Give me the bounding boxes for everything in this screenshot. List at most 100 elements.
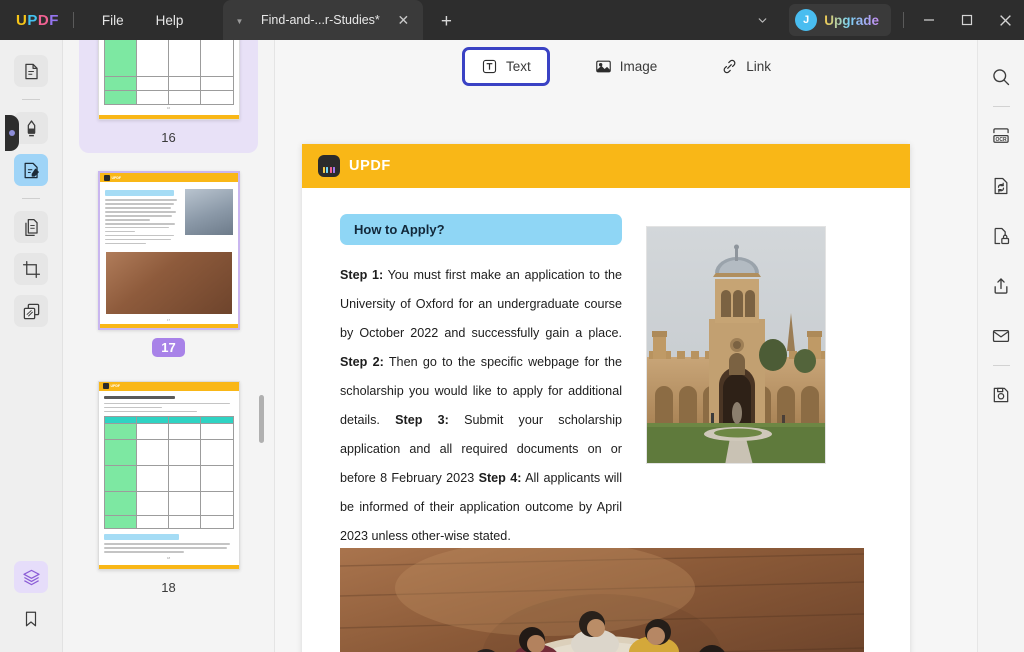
step-3-label: Step 3: — [395, 413, 449, 427]
thumbnail-item-17[interactable]: UPDF 17 17 — [79, 161, 258, 363]
step-2-label: Step 2: — [340, 355, 384, 369]
tab-link-tool[interactable]: Link — [702, 47, 790, 86]
document-body: How to Apply? Step 1: You must first mak… — [302, 188, 910, 551]
search-icon — [991, 67, 1011, 87]
save-disk-icon — [991, 385, 1011, 405]
avatar: J — [795, 9, 818, 31]
image-icon — [595, 58, 612, 75]
ocr-icon: OCR — [991, 126, 1011, 146]
page-heading: How to Apply? — [340, 214, 622, 245]
convert-tool-button[interactable] — [985, 170, 1017, 202]
thumb-footer-bar-18 — [98, 565, 239, 570]
thumb-pagenum-18: 18 — [166, 556, 171, 561]
save-tool-button[interactable] — [985, 379, 1017, 411]
thumbnail-scroll-container[interactable]: 16 16 UPDF 17 17 UPDF 18 18 — [63, 40, 274, 652]
students-studying-photo[interactable] — [340, 548, 864, 652]
search-tool-button[interactable] — [985, 61, 1017, 93]
tab-text-tool[interactable]: Text — [461, 46, 550, 86]
thumbnail-item-16[interactable]: 16 16 — [79, 40, 258, 153]
document-viewport[interactable]: UPDF How to Apply? Step 1: You must firs… — [275, 92, 977, 652]
menu-help[interactable]: Help — [142, 7, 198, 34]
share-tool-button[interactable] — [985, 270, 1017, 302]
sidebar-item-crop[interactable] — [14, 253, 48, 285]
step-1-label: Step 1: — [340, 268, 384, 282]
thumb-table-18 — [103, 416, 234, 530]
edit-document-icon — [22, 161, 41, 180]
pdf-page-17[interactable]: UPDF How to Apply? Step 1: You must firs… — [302, 144, 910, 652]
layers-panel-toggle[interactable] — [14, 561, 48, 593]
sidebar-item-batch[interactable] — [14, 295, 48, 327]
brand-letter-u: U — [16, 11, 28, 29]
thumbnail-page-16[interactable]: 16 — [97, 40, 240, 120]
thumbnail-item-18[interactable]: UPDF 18 18 — [79, 371, 258, 604]
thumb-pagenum-17: 17 — [166, 317, 171, 322]
updf-logo-icon — [318, 155, 340, 177]
tab-list-chevron-icon[interactable] — [745, 0, 779, 40]
chevron-down-icon[interactable]: ▼ — [231, 17, 247, 26]
updf-logo-icon — [103, 174, 110, 181]
thumb-students-image-17 — [105, 251, 232, 314]
lock-document-icon — [991, 226, 1011, 246]
document-reader-icon — [22, 62, 41, 81]
edit-tool-toolbar: Text Image Link — [275, 40, 977, 92]
oxford-tom-tower-photo[interactable] — [646, 226, 826, 464]
text-box-icon — [481, 58, 498, 75]
thumb-heading-chip-18 — [103, 534, 179, 541]
highlighter-pen-icon — [22, 119, 41, 138]
thumb-footer-bar-17 — [99, 323, 238, 328]
sidebar-item-annotate[interactable] — [14, 112, 48, 144]
bookmarks-panel-toggle[interactable] — [14, 603, 48, 635]
titlebar-divider — [72, 12, 74, 28]
thumbnail-scrollbar[interactable] — [259, 395, 264, 443]
new-tab-button[interactable]: + — [431, 7, 461, 37]
batch-stack-icon — [22, 302, 41, 321]
main-content-area: Text Image Link UPDF How to Apply? Step … — [275, 40, 977, 652]
thumbnail-page-18[interactable]: UPDF 18 — [97, 380, 240, 571]
thumbnail-page-17[interactable]: UPDF 17 — [97, 171, 240, 330]
right-rail-divider-2 — [992, 365, 1010, 366]
protect-tool-button[interactable] — [985, 220, 1017, 252]
thumb-footer-bar-16 — [98, 115, 239, 119]
updf-brand-logo: UPDF — [16, 12, 59, 29]
rail-divider-2 — [22, 198, 40, 199]
envelope-icon — [991, 326, 1011, 346]
thumb-pagenum-16: 16 — [166, 106, 171, 110]
document-tab[interactable]: ▼ Find-and-...r-Studies* ✕ — [223, 0, 424, 40]
thumb-heading-18 — [103, 395, 175, 399]
email-tool-button[interactable] — [985, 320, 1017, 352]
tab-strip: ▼ Find-and-...r-Studies* ✕ + — [223, 0, 461, 40]
convert-file-icon — [991, 176, 1011, 196]
thumb-banner-title-18: UPDF — [110, 384, 121, 389]
upgrade-label: Upgrade — [824, 12, 879, 28]
close-icon[interactable]: ✕ — [393, 10, 413, 30]
link-icon — [721, 58, 738, 75]
bookmark-icon — [22, 610, 40, 628]
minimize-button[interactable] — [910, 0, 948, 40]
right-rail-divider-1 — [992, 106, 1010, 107]
step-4-label: Step 4: — [478, 471, 522, 485]
tab-title: Find-and-...r-Studies* — [261, 13, 380, 27]
panel-collapse-handle[interactable] — [5, 115, 19, 151]
document-banner-title: UPDF — [349, 158, 391, 174]
tab-image-tool[interactable]: Image — [576, 47, 677, 86]
step-1-text: You must first make an application to th… — [340, 268, 622, 340]
layers-icon — [22, 568, 41, 587]
ocr-tool-button[interactable]: OCR — [985, 120, 1017, 152]
upgrade-button[interactable]: J Upgrade — [789, 4, 891, 36]
close-window-button[interactable] — [986, 0, 1024, 40]
thumb-oxford-image-17 — [184, 189, 233, 235]
sidebar-item-edit-pdf[interactable] — [14, 154, 48, 186]
pages-copy-icon — [22, 218, 41, 237]
brand-letter-p: P — [27, 11, 38, 29]
sidebar-item-reader[interactable] — [14, 55, 48, 87]
maximize-button[interactable] — [948, 0, 986, 40]
thumbnail-label-17: 17 — [152, 337, 185, 357]
updf-logo-icon — [102, 383, 109, 390]
updf-application-window: UPDF File Help ▼ Find-and-...r-Studies* … — [0, 0, 1024, 652]
thumb-table-16 — [103, 40, 234, 105]
rail-divider — [22, 99, 40, 100]
sidebar-item-organize-pages[interactable] — [14, 211, 48, 243]
menu-file[interactable]: File — [88, 7, 138, 34]
brand-letter-f: F — [49, 11, 59, 29]
page-thumbnail-panel[interactable]: 16 16 UPDF 17 17 UPDF 18 18 — [63, 40, 275, 652]
